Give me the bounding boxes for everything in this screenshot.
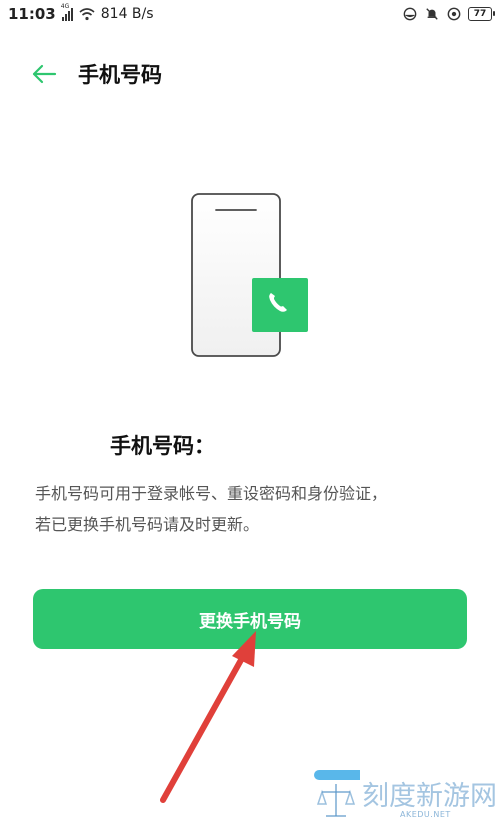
status-right: 77 xyxy=(402,7,495,21)
back-arrow-icon xyxy=(32,64,57,84)
wifi-icon xyxy=(79,8,95,21)
status-time: 11:03 xyxy=(8,5,56,23)
description-line-2: 若已更换手机号码请及时更新。 xyxy=(35,515,260,534)
status-left: 11:03 4G 814 B/s xyxy=(8,3,154,23)
back-button[interactable] xyxy=(24,54,64,94)
description-line-1: 手机号码可用于登录帐号、重设密码和身份验证， xyxy=(35,484,388,503)
status-bar: 11:03 4G 814 B/s 77 xyxy=(0,0,500,28)
battery-icon: 77 xyxy=(468,7,495,21)
watermark-subtext: AKEDU.NET xyxy=(400,810,451,819)
app-bar: 手机号码 xyxy=(0,52,500,96)
change-phone-number-button[interactable]: 更换手机号码 xyxy=(33,589,467,649)
section-heading: 手机号码： xyxy=(110,434,215,458)
watermark-text: 刻度新游网 xyxy=(362,781,497,812)
phone-call-badge xyxy=(252,278,308,332)
battery-level: 77 xyxy=(473,9,487,19)
data-saver-icon xyxy=(447,7,461,21)
mute-bell-icon xyxy=(426,8,438,20)
annotation-arrow xyxy=(160,631,256,803)
network-speed: 814 B/s xyxy=(100,6,154,22)
eye-comfort-icon xyxy=(403,7,417,21)
description-text: 手机号码可用于登录帐号、重设密码和身份验证， 若已更换手机号码请及时更新。 xyxy=(35,478,475,540)
watermark-scale-icon xyxy=(314,770,360,817)
signal-icon: 4G xyxy=(61,3,73,21)
watermark-logo: 刻度新游网 AKEDU.NET xyxy=(312,770,497,826)
phone-illustration xyxy=(191,193,308,357)
page-title: 手机号码 xyxy=(78,63,162,87)
signal-badge: 4G xyxy=(60,3,70,10)
